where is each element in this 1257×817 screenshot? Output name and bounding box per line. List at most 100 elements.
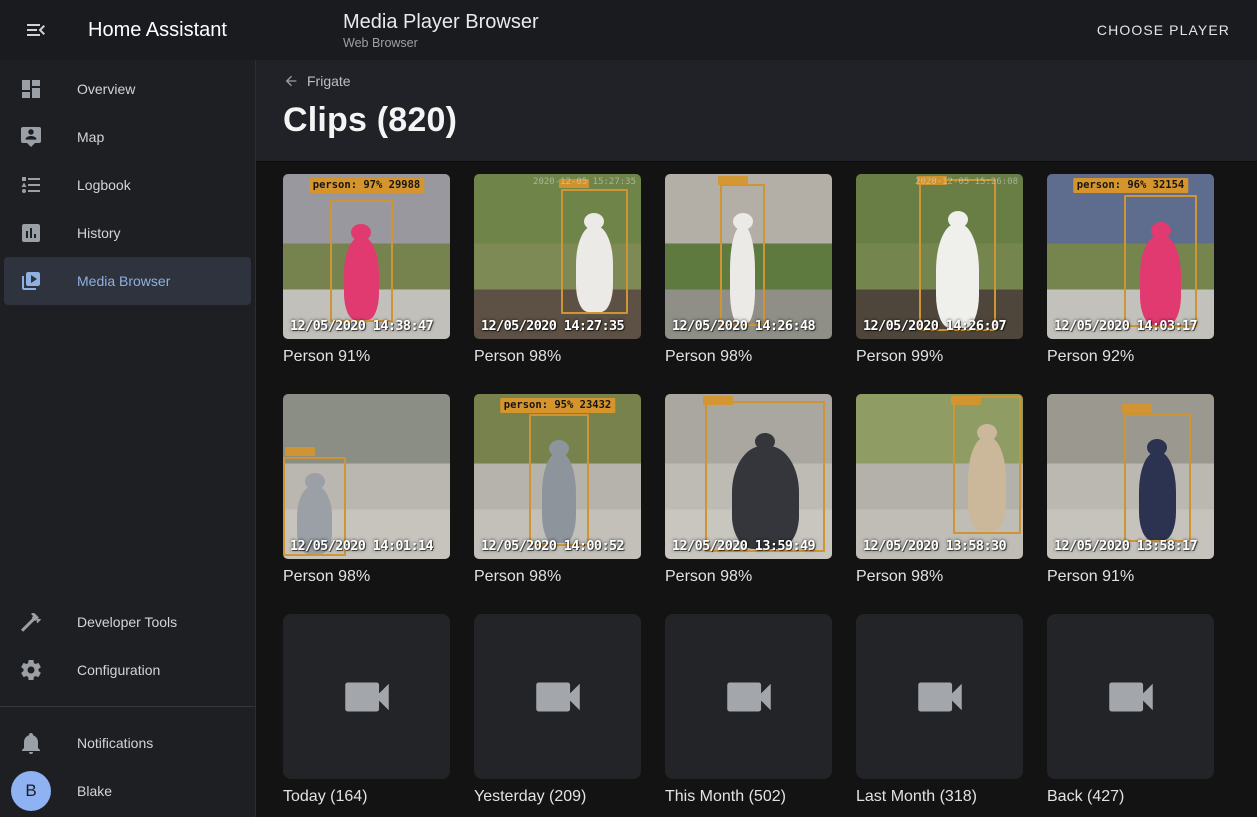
sidebar-nav: Overview Map Logbook History Media Brows… [0, 65, 255, 305]
sidebar-item-map[interactable]: Map [4, 113, 251, 161]
user-name: Blake [77, 783, 112, 799]
sidebar-item-label: Overview [77, 81, 135, 97]
clip-tile[interactable]: 12/05/2020 14:00:52 person: 95% 23432 Pe… [474, 394, 641, 586]
clip-thumbnail: 12/05/2020 14:00:52 person: 95% 23432 [474, 394, 641, 559]
folder-caption: This Month (502) [665, 788, 832, 806]
person-figure [576, 226, 613, 311]
folder-tile-last-month-318[interactable]: Last Month (318) [856, 614, 1023, 806]
clip-thumbnail: 12/05/2020 13:58:30 [856, 394, 1023, 559]
page-header: Frigate Clips (820) [256, 60, 1257, 161]
person-figure [344, 237, 380, 320]
clip-thumbnail: 12/05/2020 14:03:17 person: 96% 32154 [1047, 174, 1214, 339]
clip-timestamp: 12/05/2020 13:58:17 [1054, 538, 1197, 554]
detection-label: person: 95% 23432 [500, 398, 615, 413]
clip-timestamp: 12/05/2020 14:00:52 [481, 538, 624, 554]
folder-thumbnail [474, 614, 641, 779]
dashboard-icon [19, 77, 43, 101]
gear-icon [19, 658, 43, 682]
sidebar: Overview Map Logbook History Media Brows… [0, 60, 256, 817]
clip-timestamp: 12/05/2020 14:38:47 [290, 318, 433, 334]
video-icon [911, 668, 969, 726]
clip-thumbnail: 12/05/2020 13:58:17 [1047, 394, 1214, 559]
sidebar-item-developer-tools[interactable]: Developer Tools [4, 598, 251, 646]
sidebar-item-label: Map [77, 129, 104, 145]
logbook-icon [19, 173, 43, 197]
clip-thumbnail: 12/05/2020 14:27:35 2020-12-05 15:27:35 [474, 174, 641, 339]
folder-tile-yesterday-209[interactable]: Yesterday (209) [474, 614, 641, 806]
video-icon [1102, 668, 1160, 726]
clip-tile[interactable]: 12/05/2020 14:38:47 person: 97% 29988 Pe… [283, 174, 450, 366]
menu-toggle-button[interactable] [12, 6, 60, 54]
clip-tile[interactable]: 12/05/2020 14:27:35 2020-12-05 15:27:35 … [474, 174, 641, 366]
sidebar-item-history[interactable]: History [4, 209, 251, 257]
main-content: Frigate Clips (820) 12/05/2020 14:38:47 … [256, 60, 1257, 817]
clip-timestamp: 12/05/2020 14:26:48 [672, 318, 815, 334]
arrow-left-icon [283, 73, 299, 89]
page-top-bar: Media Player Browser Web Browser CHOOSE … [256, 0, 1257, 60]
folder-thumbnail [1047, 614, 1214, 779]
person-figure [730, 226, 755, 322]
clip-tile[interactable]: 12/05/2020 14:01:14 Person 98% [283, 394, 450, 586]
clip-caption: Person 98% [474, 568, 641, 586]
clip-caption: Person 98% [856, 568, 1023, 586]
video-icon [529, 668, 587, 726]
history-icon [19, 221, 43, 245]
clip-tile[interactable]: 12/05/2020 14:26:48 Person 98% [665, 174, 832, 366]
sidebar-item-logbook[interactable]: Logbook [4, 161, 251, 209]
sidebar-divider [0, 706, 255, 707]
clip-tile[interactable]: 12/05/2020 13:58:30 Person 98% [856, 394, 1023, 586]
sidebar-item-overview[interactable]: Overview [4, 65, 251, 113]
menu-open-icon [24, 18, 48, 42]
panel-titles: Media Player Browser Web Browser [343, 10, 539, 51]
clip-caption: Person 91% [283, 348, 450, 366]
sidebar-item-label: Developer Tools [77, 614, 177, 630]
avatar: B [11, 771, 51, 811]
sidebar-item-label: Media Browser [77, 273, 170, 289]
sidebar-tools: Developer Tools Configuration [0, 598, 255, 694]
app-window: Home Assistant Media Player Browser Web … [0, 0, 1257, 817]
app-title: Home Assistant [88, 19, 227, 42]
camera-osd-timestamp: 2020-12-05 15:26:08 [915, 177, 1018, 187]
folder-caption: Back (427) [1047, 788, 1214, 806]
sidebar-item-notifications[interactable]: Notifications [4, 719, 251, 767]
sidebar-item-label: History [77, 225, 121, 241]
detection-label-small [951, 396, 981, 405]
folder-tile-today-164[interactable]: Today (164) [283, 614, 450, 806]
folder-thumbnail [665, 614, 832, 779]
clip-timestamp: 12/05/2020 13:58:30 [863, 538, 1006, 554]
person-figure [968, 437, 1006, 531]
clip-tile[interactable]: 12/05/2020 13:59:49 Person 98% [665, 394, 832, 586]
folder-caption: Last Month (318) [856, 788, 1023, 806]
detection-label-small [285, 447, 315, 456]
clip-tile[interactable]: 12/05/2020 14:03:17 person: 96% 32154 Pe… [1047, 174, 1214, 366]
clip-caption: Person 98% [474, 348, 641, 366]
bell-icon [19, 731, 43, 755]
folder-caption: Today (164) [283, 788, 450, 806]
sidebar-item-user[interactable]: B Blake [4, 767, 251, 815]
folder-tile-back-427[interactable]: Back (427) [1047, 614, 1214, 806]
detection-label: person: 97% 29988 [309, 178, 424, 193]
person-figure [936, 224, 979, 327]
panel-subtitle: Web Browser [343, 36, 539, 51]
hammer-icon [19, 610, 43, 634]
map-icon [19, 125, 43, 149]
clip-thumbnail: 12/05/2020 14:26:07 2020-12-05 15:26:08 [856, 174, 1023, 339]
breadcrumb[interactable]: Frigate [283, 73, 351, 89]
sidebar-item-configuration[interactable]: Configuration [4, 646, 251, 694]
folder-caption: Yesterday (209) [474, 788, 641, 806]
clip-timestamp: 12/05/2020 14:01:14 [290, 538, 433, 554]
clip-caption: Person 98% [283, 568, 450, 586]
sidebar-header: Home Assistant [0, 0, 256, 60]
folder-tile-this-month-502[interactable]: This Month (502) [665, 614, 832, 806]
clip-caption: Person 99% [856, 348, 1023, 366]
clip-tile[interactable]: 12/05/2020 14:26:07 2020-12-05 15:26:08 … [856, 174, 1023, 366]
sidebar-item-media-browser[interactable]: Media Browser [4, 257, 251, 305]
detection-label-small [718, 176, 748, 185]
clip-tile[interactable]: 12/05/2020 13:58:17 Person 91% [1047, 394, 1214, 586]
media-grid: 12/05/2020 14:38:47 person: 97% 29988 Pe… [256, 161, 1257, 817]
clip-timestamp: 12/05/2020 14:03:17 [1054, 318, 1197, 334]
choose-player-button[interactable]: CHOOSE PLAYER [1091, 21, 1236, 39]
gear-icon [19, 658, 43, 682]
breadcrumb-label: Frigate [307, 73, 351, 89]
detection-label: person: 96% 32154 [1073, 178, 1188, 193]
